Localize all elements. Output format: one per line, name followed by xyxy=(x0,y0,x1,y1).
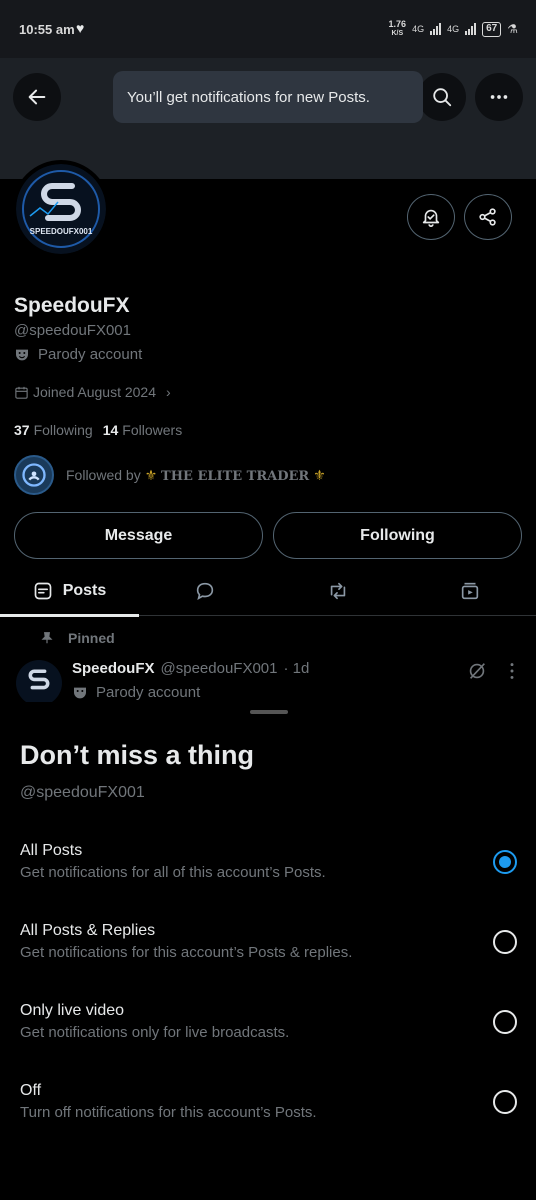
avatar-logo: SPEEDOUFX001 xyxy=(16,164,106,254)
radio-posts-replies[interactable] xyxy=(493,930,517,954)
search-button[interactable] xyxy=(418,73,466,121)
more-button[interactable] xyxy=(475,73,523,121)
pinned-label: Pinned xyxy=(40,630,115,646)
signal-icon xyxy=(430,23,442,35)
flask-icon: ⚗ xyxy=(507,22,518,36)
post-author[interactable]: SpeedouFX xyxy=(72,660,155,677)
network-type-2: 4G xyxy=(447,24,460,34)
fleur-icon-2: ⚜ xyxy=(313,466,326,483)
radio-off[interactable] xyxy=(493,1090,517,1114)
follower-name: THE ELITE TRADER xyxy=(161,468,310,484)
posts-icon xyxy=(34,582,52,600)
notification-toast: You’ll get notifications for new Posts. xyxy=(113,71,423,123)
notifications-button[interactable] xyxy=(407,194,455,240)
repost-icon xyxy=(330,582,346,600)
post-time: · 1d xyxy=(283,660,310,677)
status-bar: 10:55 am ♥ 1.76 K/S 4G 4G 67 ⚗ xyxy=(0,0,536,58)
sheet-handle: @speedouFX001 xyxy=(20,784,145,801)
sheet-grabber[interactable] xyxy=(250,710,288,714)
tab-reposts[interactable] xyxy=(308,566,368,616)
grok-button[interactable] xyxy=(466,660,488,687)
calendar-icon xyxy=(15,386,28,399)
tab-posts[interactable]: Posts xyxy=(0,566,139,617)
pin-icon xyxy=(41,632,53,644)
signal-icon-2 xyxy=(465,23,477,35)
fleur-icon: ⚜ xyxy=(144,466,158,483)
notification-settings-sheet: Don’t miss a thing @speedouFX001 All Pos… xyxy=(0,702,536,1200)
share-icon xyxy=(479,208,496,226)
tab-videos[interactable] xyxy=(440,566,500,616)
sheet-title: Don’t miss a thing xyxy=(20,740,255,770)
parody-label: Parody account xyxy=(14,346,142,363)
battery-icon: 67 xyxy=(482,21,502,37)
more-vertical-icon xyxy=(510,663,514,679)
post-more-button[interactable] xyxy=(506,660,518,687)
search-icon xyxy=(433,88,452,107)
following-stat[interactable]: 37 Following xyxy=(14,422,93,438)
network-speed: 1.76 K/S xyxy=(388,19,407,38)
arrow-left-icon xyxy=(28,89,46,105)
option-live-video[interactable]: Only live video Get notifications only f… xyxy=(0,1002,536,1074)
heart-icon: ♥ xyxy=(76,20,85,36)
option-all-posts[interactable]: All Posts Get notifications for all of t… xyxy=(0,842,536,914)
follower-logo-icon xyxy=(22,463,46,487)
avatar[interactable]: SPEEDOUFX001 xyxy=(12,160,110,258)
video-icon xyxy=(461,582,479,600)
profile-tabs: Posts xyxy=(0,566,536,617)
post-avatar[interactable] xyxy=(16,660,62,706)
radio-all-posts[interactable] xyxy=(493,850,517,874)
svg-text:SPEEDOUFX001: SPEEDOUFX001 xyxy=(30,227,93,236)
theater-mask-icon xyxy=(74,687,86,698)
share-button[interactable] xyxy=(464,194,512,240)
status-time: 10:55 am xyxy=(19,22,75,37)
radio-live-video[interactable] xyxy=(493,1010,517,1034)
post-handle: @speedouFX001 xyxy=(160,660,278,677)
post-parody-label: Parody account xyxy=(72,684,200,701)
back-button[interactable] xyxy=(13,73,61,121)
chevron-right-icon: › xyxy=(166,384,171,400)
following-button[interactable]: Following xyxy=(273,512,522,559)
grok-icon xyxy=(469,663,485,679)
followed-by[interactable]: Followed by ⚜ THE ELITE TRADER ⚜ xyxy=(14,455,326,495)
profile-name: SpeedouFX xyxy=(14,294,130,317)
joined-date[interactable]: Joined August 2024 › xyxy=(14,384,171,400)
follow-stats: 37 Following 14 Followers xyxy=(14,422,182,438)
post-header: SpeedouFX @speedouFX001 · 1d xyxy=(72,660,309,677)
bell-check-icon xyxy=(422,209,440,227)
option-posts-replies[interactable]: All Posts & Replies Get notifications fo… xyxy=(0,922,536,994)
network-type-1: 4G xyxy=(412,24,425,34)
reply-bubble-icon xyxy=(196,582,214,601)
tab-replies[interactable] xyxy=(175,566,235,616)
followers-stat[interactable]: 14 Followers xyxy=(103,422,182,438)
post-avatar-logo xyxy=(16,660,62,706)
profile-handle: @speedouFX001 xyxy=(14,322,131,339)
more-horizontal-icon xyxy=(490,95,508,99)
follower-avatar xyxy=(14,455,54,495)
theater-mask-icon xyxy=(16,349,28,360)
option-off[interactable]: Off Turn off notifications for this acco… xyxy=(0,1082,536,1154)
message-button[interactable]: Message xyxy=(14,512,263,559)
status-indicators: 1.76 K/S 4G 4G 67 ⚗ xyxy=(389,20,518,38)
